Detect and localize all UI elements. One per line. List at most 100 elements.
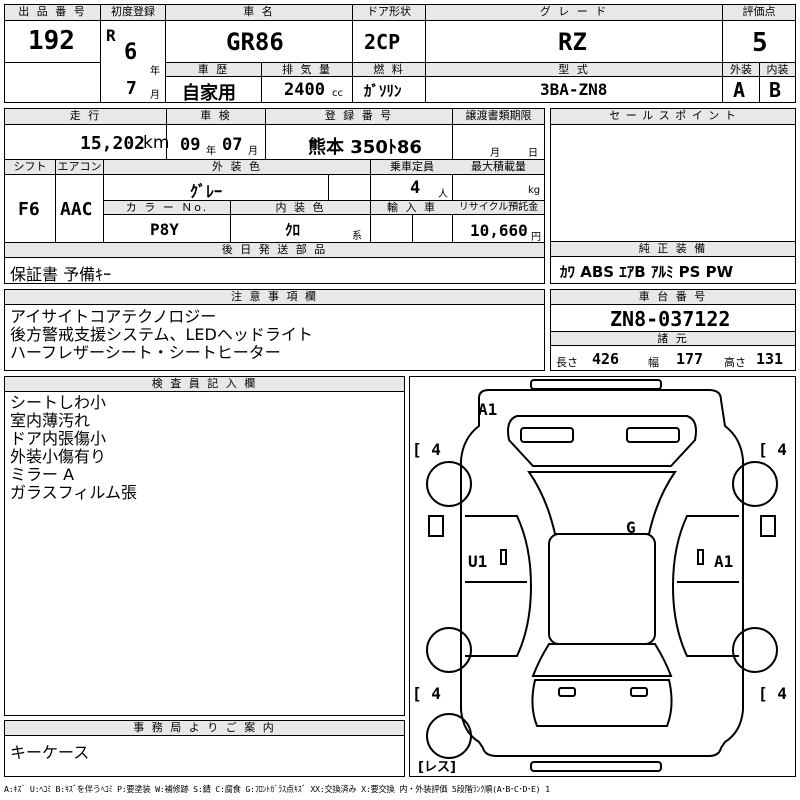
legend: A:ｷｽﾞ U:ﾍｺﾐ B:ｷｽﾞを伴うﾍｺﾐ P:要塗装 W:補修跡 S:錆 … [4,784,550,794]
capacity-label: 乗車定員 [371,160,453,175]
damage-mark-right: A1 [714,552,734,571]
reg-year-unit: 年 [150,66,160,77]
office-label: 事 務 局 よ り ご 案 内 [5,721,404,736]
grade: RZ [558,28,587,56]
car-diagram [426,379,778,772]
color-no: P8Y [150,220,179,239]
transfer-label: 譲渡書類期限 [453,109,544,125]
width-label: 幅 [648,356,659,369]
width: 177 [676,350,704,368]
door-label: ドア形状 [353,5,425,21]
spare-tire: [レス] [418,760,456,775]
office-note: キーケース [10,743,90,762]
inspector-line: ガラスフィルム張 [10,483,138,502]
tire-front-right: [ 4 [758,440,787,459]
sales-point-label: セ ー ル ス ポ イ ン ト [551,109,795,125]
load-label: 最大積載量 [453,160,544,175]
notes-line: 後方警戒支援システム、LEDヘッドライト [10,325,313,344]
mileage: 15,202 [80,133,146,154]
later-parts: 保証書 予備ｷｰ [10,265,112,284]
inspector-line: シートしわ小 [10,393,107,412]
inspector-line: ドア内張傷小 [10,429,107,448]
ext-color-label: 外 装 色 [104,160,370,175]
tire-front-left: [ 4 [412,440,441,459]
inspector-label: 検 査 員 記 入 欄 [5,377,404,392]
notes-label: 注 意 事 項 欄 [5,290,544,305]
inspector-line: 室内薄汚れ [10,411,91,430]
capacity-unit: 人 [438,189,448,200]
shift: F6 [18,199,40,220]
capacity: 4 [410,178,421,198]
insp-year: 09 [180,135,201,155]
spec-label: 諸 元 [551,332,795,346]
inspector-line: ミラー A [10,465,75,484]
int-score: B [769,78,782,102]
tire-rear-right: [ 4 [758,684,787,703]
first-reg-label: 初度登録 [101,5,165,21]
height-label: 高さ [724,356,746,369]
length-label: 長さ [556,356,578,369]
insp-month: 07 [222,135,243,155]
damage-mark-left: U1 [468,552,488,571]
model-label: 型 式 [426,63,722,77]
int-color-unit: 系 [352,231,362,242]
overall-score: 5 [752,28,768,58]
load-unit: kg [528,185,541,196]
air-conditioner: AAC [60,199,93,220]
equipment-label: 純 正 装 備 [551,242,795,257]
grade-label: グ レ ー ド [426,5,722,21]
inspection-label: 車 検 [167,109,265,125]
tire-rear-left: [ 4 [412,684,441,703]
ext-score: A [733,78,746,102]
height: 131 [756,350,784,368]
car-name: GR86 [226,28,284,56]
score-label: 評価点 [723,5,795,21]
insp-year-unit: 年 [206,146,216,157]
transfer-day: 日 [528,148,538,159]
fuel: ｶﾞｿﾘﾝ [364,82,402,100]
car-name-label: 車 名 [166,5,352,21]
reg-month-unit: 月 [150,90,160,101]
chassis-number: ZN8-037122 [610,307,731,331]
transfer-month: 月 [490,148,500,159]
ext-label: 外装 [723,63,759,77]
fuel-label: 燃 料 [353,63,425,77]
recycle-unit: 円 [531,232,541,243]
chassis-label: 車 台 番 号 [551,290,795,305]
plate: 熊本 350ﾄ86 [308,137,422,158]
sales-point-box [550,108,796,242]
damage-mark-front: A1 [478,400,498,419]
door-type: 2CP [364,30,401,54]
insp-month-unit: 月 [248,146,258,157]
notes-line: ハーフレザーシート・シートヒーター [10,343,281,362]
recycle-fee: 10,660 [470,221,528,240]
lot-label: 出 品 番 号 [5,5,100,21]
displacement: 2400 [284,80,325,100]
shift-label: シフト [5,160,55,175]
reg-year: 6 [124,40,138,65]
displacement-unit: cc [332,88,343,99]
lot-number: 192 [28,26,75,56]
int-color-label: 内 装 色 [231,201,370,215]
displacement-label: 排 気 量 [262,63,352,77]
inspector-line: 外装小傷有り [10,447,107,466]
model-code: 3BA-ZN8 [540,80,608,99]
reg-month: 7 [126,78,137,99]
int-label: 内装 [760,63,795,77]
reg-prefix: R [106,26,116,45]
color-no-label: カ ラ ー Ｎo. [104,201,230,215]
ac-label: エアコン [56,160,103,175]
later-parts-label: 後 日 発 送 部 品 [5,243,544,257]
plate-label: 登 録 番 号 [266,109,452,125]
mileage-label: 走 行 [5,109,166,125]
detail-block [4,108,545,258]
import-label: 輸 入 車 [371,201,453,215]
equipment: ｶﾜ ABS ｴｱB ｱﾙﾐ PS PW [560,263,734,281]
notes-line: アイサイトコアテクノロジー [10,307,217,326]
int-color: ｸﾛ [285,221,301,239]
recycle-label: リサイクル預託金 [453,201,544,215]
ext-color: ｸﾞﾚｰ [190,182,223,201]
damage-mark-roof: G [626,518,636,537]
history-label: 車 歴 [166,63,261,77]
history: 自家用 [182,83,236,104]
